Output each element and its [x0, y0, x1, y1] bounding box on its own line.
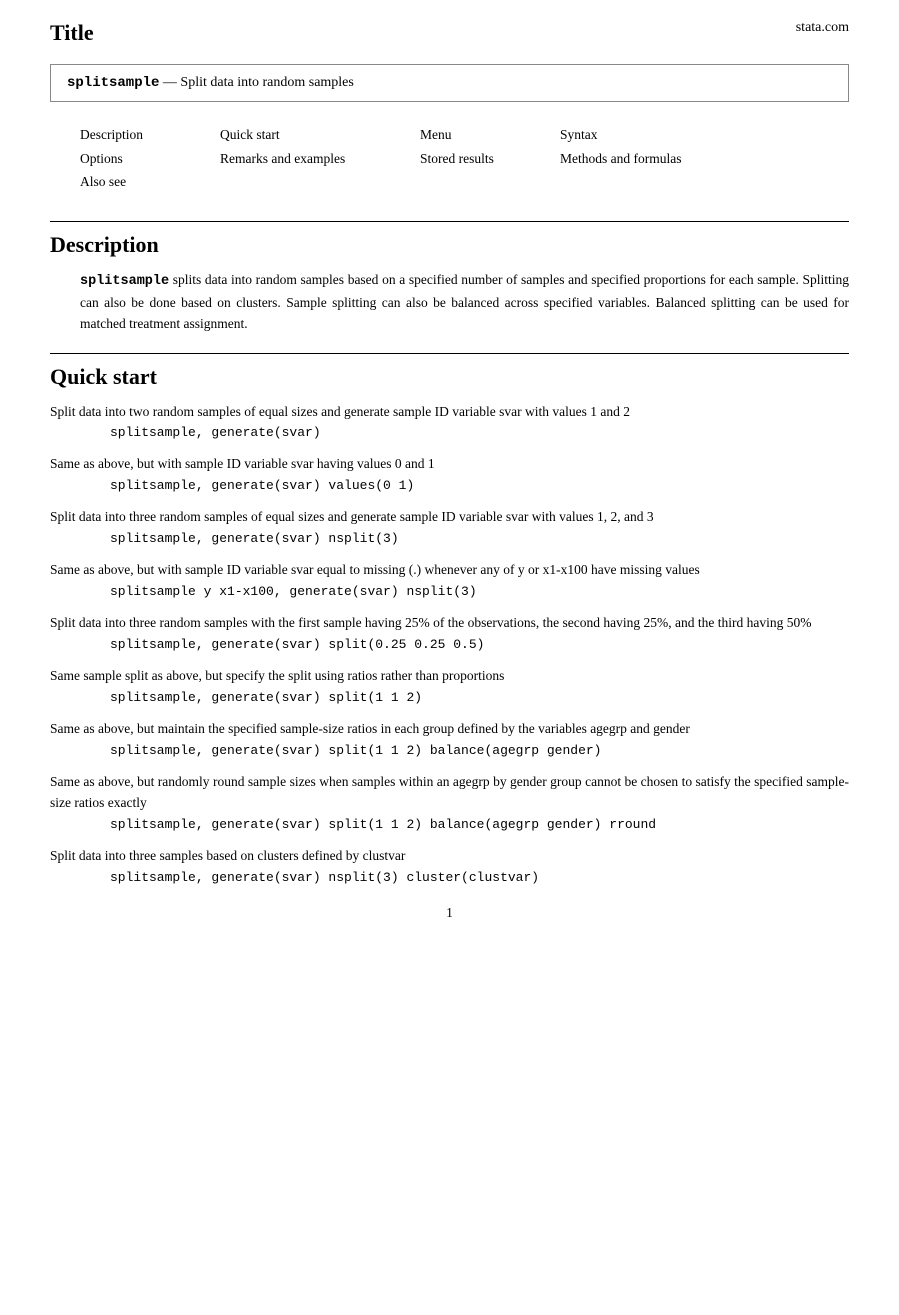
qs-item-8: Same as above, but randomly round sample…: [50, 772, 849, 832]
nav-menu[interactable]: Menu: [420, 124, 560, 146]
qs-desc-4: Same as above, but with sample ID variab…: [50, 560, 849, 581]
qs-item-1: Split data into two random samples of eq…: [50, 402, 849, 441]
qs-desc-6: Same sample split as above, but specify …: [50, 666, 849, 687]
command-name: splitsample: [67, 75, 159, 91]
qs-code-4: splitsample y x1-x100, generate(svar) ns…: [110, 584, 849, 599]
qs-desc-7: Same as above, but maintain the specifie…: [50, 719, 849, 740]
nav-syntax[interactable]: Syntax: [560, 124, 780, 146]
qs-code-9: splitsample, generate(svar) nsplit(3) cl…: [110, 870, 849, 885]
quick-start-section: Quick start Split data into two random s…: [50, 353, 849, 885]
qs-desc-5: Split data into three random samples wit…: [50, 613, 849, 634]
qs-item-9: Split data into three samples based on c…: [50, 846, 849, 885]
description-command: splitsample: [80, 274, 169, 289]
nav-also-see[interactable]: Also see: [80, 171, 220, 193]
qs-code-1: splitsample, generate(svar): [110, 425, 849, 440]
quick-start-heading: Quick start: [50, 353, 849, 390]
nav-empty-2: [420, 171, 560, 193]
qs-item-3: Split data into three random samples of …: [50, 507, 849, 546]
title-description: Split data into random samples: [180, 75, 353, 90]
description-section: Description splitsample splits data into…: [50, 221, 849, 335]
header: Title stata.com: [50, 20, 849, 46]
nav-stored-results[interactable]: Stored results: [420, 148, 560, 170]
qs-item-6: Same sample split as above, but specify …: [50, 666, 849, 705]
nav-remarks[interactable]: Remarks and examples: [220, 148, 420, 170]
page-number: 1: [50, 905, 849, 921]
qs-code-8: splitsample, generate(svar) split(1 1 2)…: [110, 817, 849, 832]
site-label: stata.com: [796, 20, 849, 36]
title-separator: —: [163, 75, 177, 90]
description-body: splitsample splits data into random samp…: [80, 270, 849, 335]
qs-item-4: Same as above, but with sample ID variab…: [50, 560, 849, 599]
description-heading: Description: [50, 221, 849, 258]
qs-item-7: Same as above, but maintain the specifie…: [50, 719, 849, 758]
nav-options[interactable]: Options: [80, 148, 220, 170]
qs-item-5: Split data into three random samples wit…: [50, 613, 849, 652]
qs-desc-1: Split data into two random samples of eq…: [50, 402, 849, 423]
nav-description[interactable]: Description: [80, 124, 220, 146]
qs-desc-8: Same as above, but randomly round sample…: [50, 772, 849, 814]
nav-methods[interactable]: Methods and formulas: [560, 148, 780, 170]
page: Title stata.com splitsample — Split data…: [0, 0, 899, 1315]
qs-code-6: splitsample, generate(svar) split(1 1 2): [110, 690, 849, 705]
qs-code-2: splitsample, generate(svar) values(0 1): [110, 478, 849, 493]
nav-empty-1: [220, 171, 420, 193]
qs-desc-9: Split data into three samples based on c…: [50, 846, 849, 867]
nav-table: Description Quick start Menu Syntax Opti…: [80, 124, 849, 193]
qs-desc-2: Same as above, but with sample ID variab…: [50, 454, 849, 475]
nav-empty-3: [560, 171, 780, 193]
nav-quick-start[interactable]: Quick start: [220, 124, 420, 146]
title-box: splitsample — Split data into random sam…: [50, 64, 849, 102]
qs-code-7: splitsample, generate(svar) split(1 1 2)…: [110, 743, 849, 758]
qs-desc-3: Split data into three random samples of …: [50, 507, 849, 528]
page-title: Title: [50, 20, 94, 46]
qs-item-2: Same as above, but with sample ID variab…: [50, 454, 849, 493]
qs-code-3: splitsample, generate(svar) nsplit(3): [110, 531, 849, 546]
qs-code-5: splitsample, generate(svar) split(0.25 0…: [110, 637, 849, 652]
